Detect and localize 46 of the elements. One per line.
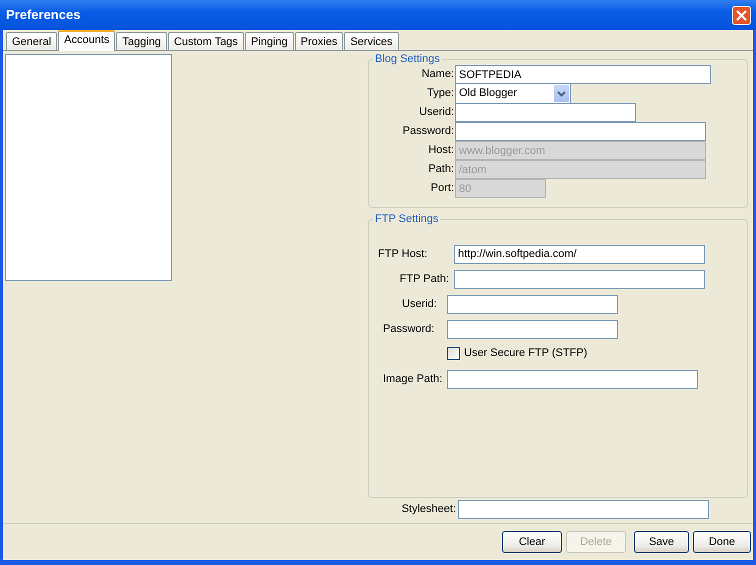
tab[interactable]: Pinging bbox=[244, 32, 294, 50]
field-label: Port: bbox=[430, 181, 455, 196]
input-field[interactable] bbox=[455, 122, 706, 141]
tab[interactable]: Accounts bbox=[58, 30, 116, 51]
dialog-button: Delete bbox=[566, 531, 626, 553]
window-title: Preferences bbox=[6, 6, 80, 24]
input-field: www.blogger.com bbox=[455, 141, 706, 160]
group-title: FTP Settings bbox=[374, 213, 440, 225]
input-field[interactable] bbox=[447, 370, 698, 388]
field-label: Path: bbox=[427, 162, 455, 178]
field-label: FTP Host: bbox=[377, 247, 428, 262]
close-button[interactable] bbox=[732, 6, 751, 24]
chevron-down-icon bbox=[557, 90, 566, 96]
input-field[interactable] bbox=[447, 320, 618, 339]
field-label: Type: bbox=[426, 86, 455, 102]
field-label: Password: bbox=[382, 322, 436, 338]
close-icon bbox=[736, 10, 747, 20]
field-label: Userid: bbox=[418, 105, 455, 120]
field-label: Host: bbox=[427, 143, 455, 158]
field-label: Userid: bbox=[401, 297, 438, 312]
tab[interactable]: Services bbox=[344, 32, 399, 50]
tab[interactable]: Tagging bbox=[116, 32, 167, 50]
checkbox[interactable] bbox=[447, 346, 460, 360]
field-label: Stylesheet: bbox=[400, 502, 457, 518]
group-title: Blog Settings bbox=[374, 53, 441, 65]
input-field: 80 bbox=[455, 179, 546, 198]
dialog-button[interactable]: Save bbox=[634, 531, 689, 553]
type-dropdown[interactable]: Old Blogger bbox=[455, 83, 571, 104]
accounts-list[interactable] bbox=[5, 54, 172, 281]
tab[interactable]: Proxies bbox=[294, 32, 344, 50]
input-field[interactable]: SOFTPEDIA bbox=[455, 65, 711, 84]
field-label: Password: bbox=[402, 124, 455, 140]
input-field: /atom bbox=[455, 160, 706, 179]
field-label: FTP Path: bbox=[398, 272, 450, 288]
field-label: Image Path: bbox=[382, 372, 444, 387]
input-field[interactable] bbox=[458, 500, 709, 519]
dialog-button[interactable]: Clear bbox=[502, 531, 562, 553]
input-field[interactable]: http://win.softpedia.com/ bbox=[454, 245, 705, 264]
dialog-button[interactable]: Done bbox=[693, 531, 751, 553]
input-field[interactable] bbox=[455, 103, 636, 122]
input-field[interactable] bbox=[454, 270, 705, 289]
checkbox-label: User Secure FTP (STFP) bbox=[464, 346, 588, 361]
field-label: Name: bbox=[420, 67, 455, 82]
tab[interactable]: Custom Tags bbox=[168, 32, 244, 50]
input-field[interactable] bbox=[447, 295, 618, 314]
tab[interactable]: General bbox=[6, 32, 58, 50]
